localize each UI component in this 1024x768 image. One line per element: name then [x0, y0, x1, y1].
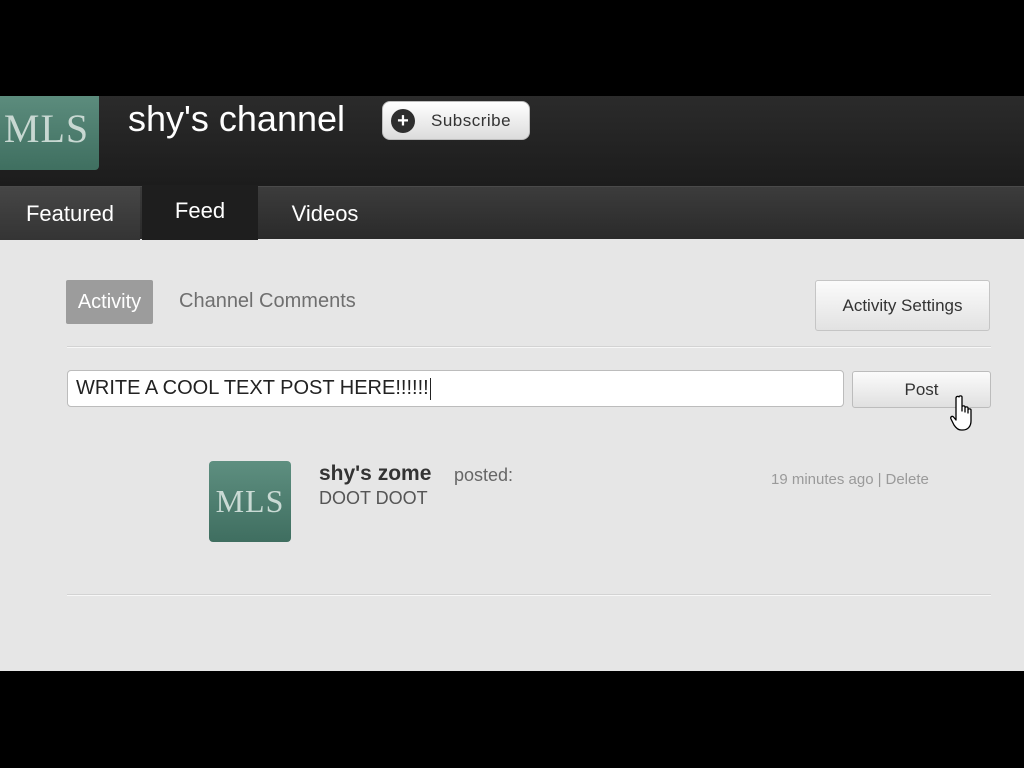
- activity-settings-button[interactable]: Activity Settings: [815, 280, 990, 331]
- plus-icon: +: [391, 108, 415, 133]
- channel-header: MLS shy's channel + Subscribe: [0, 96, 1024, 186]
- text-caret: [429, 377, 431, 400]
- feed-item-author[interactable]: shy's zome: [319, 462, 431, 486]
- delete-link[interactable]: Delete: [885, 471, 928, 488]
- feed-item-avatar[interactable]: MLS: [209, 461, 291, 542]
- post-input-value: WRITE A COOL TEXT POST HERE!!!!!!: [76, 377, 429, 399]
- tab-featured[interactable]: Featured: [0, 187, 140, 240]
- post-text-input[interactable]: WRITE A COOL TEXT POST HERE!!!!!!: [67, 370, 844, 407]
- feed-item-verb: posted:: [454, 465, 514, 485]
- subscribe-label: Subscribe: [431, 110, 512, 130]
- divider: [67, 594, 991, 596]
- tab-videos[interactable]: Videos: [270, 187, 380, 240]
- feed-item-text: DOOT DOOT: [319, 488, 428, 508]
- channel-nav: Featured Feed Videos: [0, 185, 1024, 240]
- hand-cursor-icon: [950, 395, 972, 431]
- channel-avatar[interactable]: MLS: [0, 96, 99, 170]
- letterbox-bottom: [0, 671, 1024, 768]
- feed-item-time: 19 minutes ago: [771, 471, 874, 488]
- subtab-activity[interactable]: Activity: [66, 280, 153, 324]
- channel-page: MLS shy's channel + Subscribe Featured F…: [0, 96, 1024, 671]
- subtab-channel-comments[interactable]: Channel Comments: [179, 290, 356, 313]
- subscribe-button[interactable]: + Subscribe: [382, 101, 530, 140]
- meta-separator: |: [877, 471, 882, 488]
- feed-item-meta: 19 minutes ago | Delete: [771, 471, 929, 488]
- channel-avatar-text: MLS: [3, 105, 90, 151]
- divider: [67, 346, 991, 348]
- feed-avatar-text: MLS: [215, 483, 285, 519]
- letterbox-top: [0, 0, 1024, 96]
- tab-feed[interactable]: Feed: [142, 185, 258, 240]
- channel-title: shy's channel: [128, 98, 346, 139]
